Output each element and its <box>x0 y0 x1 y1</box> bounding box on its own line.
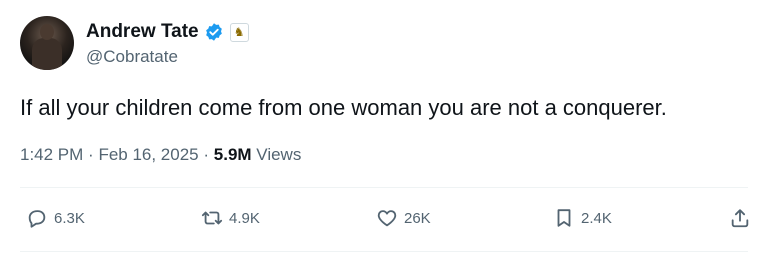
meta-separator: · <box>203 145 214 164</box>
bookmark-button[interactable]: 2.4K <box>553 207 612 229</box>
author-block: Andrew Tate ♞ @Cobratate <box>86 19 249 67</box>
reply-icon <box>28 210 46 228</box>
affiliation-badge-icon[interactable]: ♞ <box>229 22 249 42</box>
retweet-count: 4.9K <box>229 209 260 227</box>
name-row: Andrew Tate ♞ <box>86 19 249 45</box>
action-bar: 6.3K 4.9K 26K 2.4K <box>0 207 768 237</box>
divider <box>20 187 748 188</box>
bookmark-icon <box>557 209 571 227</box>
tweet-meta: 1:42 PM · Feb 16, 2025 · 5.9M Views <box>20 145 301 165</box>
tweet-date[interactable]: Feb 16, 2025 <box>98 145 198 164</box>
share-icon <box>731 209 749 228</box>
views-label: Views <box>256 145 302 164</box>
reply-count: 6.3K <box>54 209 85 227</box>
author-name[interactable]: Andrew Tate <box>86 21 199 43</box>
views-count: 5.9M <box>213 145 252 164</box>
bookmark-count: 2.4K <box>581 209 612 227</box>
tweet-text: If all your children come from one woman… <box>20 95 667 120</box>
like-count: 26K <box>404 209 431 227</box>
avatar[interactable] <box>20 16 74 70</box>
avatar-figure-torso <box>32 38 62 70</box>
author-handle[interactable]: @Cobratate <box>86 47 249 67</box>
tweet-time[interactable]: 1:42 PM <box>20 145 83 164</box>
meta-separator: · <box>88 145 99 164</box>
retweet-button[interactable]: 4.9K <box>201 207 260 229</box>
reply-button[interactable]: 6.3K <box>26 207 85 229</box>
divider <box>20 251 748 252</box>
avatar-figure-head <box>40 24 54 40</box>
like-button[interactable]: 26K <box>376 207 431 229</box>
heart-icon <box>377 210 397 227</box>
retweet-icon <box>201 211 223 225</box>
tweet-header: Andrew Tate ♞ @Cobratate <box>20 16 249 70</box>
verified-badge-icon[interactable] <box>204 22 224 42</box>
share-button[interactable] <box>729 207 757 229</box>
